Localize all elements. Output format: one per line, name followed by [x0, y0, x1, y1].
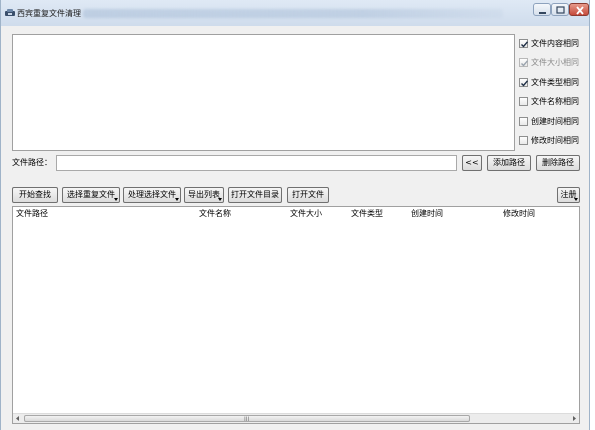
duplicate-files-table[interactable]: 文件路径 文件名称 文件大小 文件类型 创建时间 修改时间 III — [12, 206, 580, 424]
maximize-icon — [556, 6, 565, 14]
delete-path-button[interactable]: 删除路径 — [536, 155, 580, 171]
scroll-right-icon[interactable] — [569, 414, 579, 423]
option-label: 修改时间相同 — [531, 136, 579, 145]
process-selected-button[interactable]: 处理选择文件 — [123, 187, 181, 203]
horizontal-scrollbar[interactable]: III — [13, 413, 579, 423]
checkbox-box[interactable] — [519, 117, 528, 126]
app-window: 西宾重复文件清理 文件内容相同 文件大小相同 文件类型相同 文件名称相同 创建时间相同修… — [0, 0, 590, 430]
option-label: 创建时间相同 — [531, 117, 579, 126]
start-search-button[interactable]: 开始查找 — [12, 187, 58, 203]
scrollbar-thumb[interactable]: III — [24, 415, 470, 423]
column-header-created[interactable]: 创建时间 — [411, 209, 443, 219]
option-label: 文件名称相同 — [531, 97, 579, 106]
results-summary-area[interactable] — [12, 34, 515, 151]
close-icon — [576, 6, 584, 15]
checkbox-box[interactable] — [519, 58, 529, 67]
column-header-name[interactable]: 文件名称 — [199, 209, 231, 219]
option-label: 文件大小相同 — [531, 58, 579, 67]
close-button[interactable] — [569, 3, 589, 16]
select-duplicates-button[interactable]: 选择重复文件 — [62, 187, 120, 203]
select-duplicates-label: 选择重复文件 — [67, 190, 115, 199]
file-path-input[interactable] — [56, 155, 457, 171]
start-search-label: 开始查找 — [19, 190, 51, 199]
add-path-button[interactable]: 添加路径 — [487, 155, 531, 171]
column-header-path[interactable]: 文件路径 — [16, 209, 48, 219]
window-title: 西宾重复文件清理 — [17, 9, 81, 18]
title-bar[interactable]: 西宾重复文件清理 — [1, 0, 589, 26]
file-path-label: 文件路径： — [12, 158, 52, 167]
dropdown-arrow-icon — [574, 198, 578, 201]
minimize-button[interactable] — [533, 3, 551, 16]
process-selected-label: 处理选择文件 — [128, 190, 176, 199]
dropdown-arrow-icon — [175, 198, 179, 201]
option-label: 文件类型相同 — [531, 78, 579, 87]
column-header-size[interactable]: 文件大小 — [290, 209, 322, 219]
open-directory-label: 打开文件目录 — [231, 190, 279, 199]
dropdown-arrow-icon — [218, 198, 222, 201]
app-icon — [5, 9, 15, 17]
option-label: 文件内容相同 — [531, 39, 579, 48]
checkbox-box[interactable] — [519, 97, 528, 106]
dropdown-arrow-icon — [114, 198, 118, 201]
open-file-label: 打开文件 — [292, 190, 324, 199]
checkbox-box[interactable] — [519, 136, 528, 145]
scroll-left-icon[interactable] — [13, 414, 23, 423]
minimize-icon — [539, 12, 546, 14]
browse-button[interactable]: << — [462, 155, 482, 171]
checkbox-box[interactable] — [519, 78, 529, 87]
scrollbar-grip: III — [244, 416, 250, 423]
maximize-button[interactable] — [551, 3, 569, 16]
open-directory-button[interactable]: 打开文件目录 — [228, 187, 282, 203]
open-file-button[interactable]: 打开文件 — [287, 187, 329, 203]
checkbox-box[interactable] — [519, 39, 529, 48]
export-list-label: 导出列表 — [188, 190, 220, 199]
register-button[interactable]: 注册 — [557, 187, 580, 203]
column-header-modified[interactable]: 修改时间 — [503, 209, 535, 219]
table-header: 文件路径 文件名称 文件大小 文件类型 创建时间 修改时间 — [13, 207, 579, 220]
blurred-title-region — [83, 9, 503, 18]
export-list-button[interactable]: 导出列表 — [184, 187, 224, 203]
column-header-type[interactable]: 文件类型 — [351, 209, 383, 219]
